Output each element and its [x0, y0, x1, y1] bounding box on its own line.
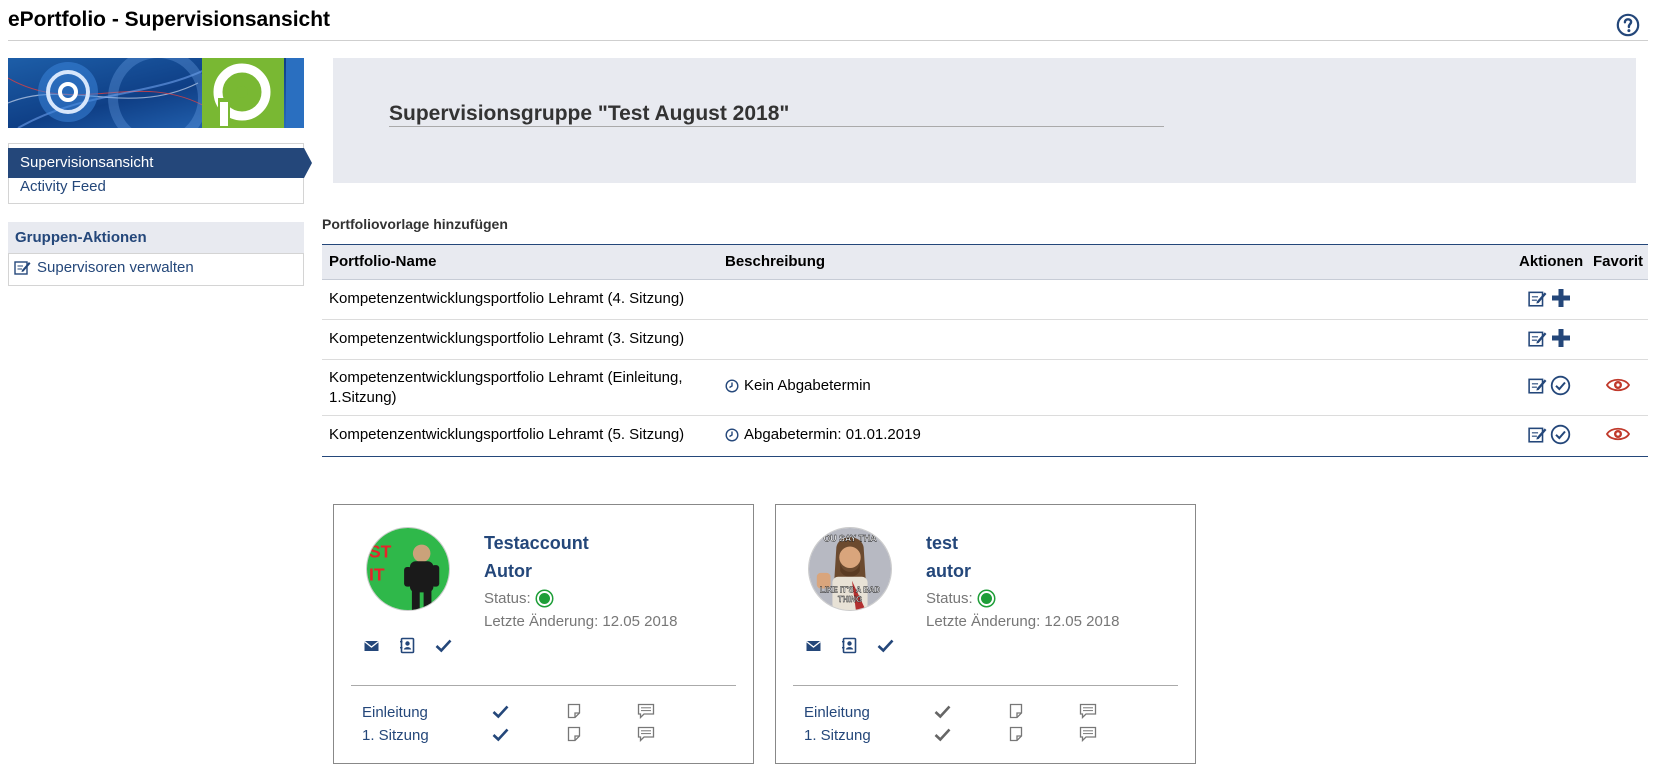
portfolio-name: Kompetenzentwicklungsportfolio Lehramt (…	[329, 330, 685, 347]
portfolio-description: Kein Abgabetermin	[725, 377, 871, 394]
portfolio-name: Kompetenzentwicklungsportfolio Lehramt (…	[329, 368, 683, 408]
student-card: OU SAY THA LIKE IT'S A BAD THING test au…	[775, 504, 1196, 764]
check-icon[interactable]	[435, 637, 452, 654]
note-icon[interactable]	[567, 703, 581, 719]
card-user-info: Testaccount Autor	[484, 529, 589, 585]
column-header-portfolio-name: Portfolio-Name	[329, 253, 437, 270]
row-actions	[1528, 375, 1571, 396]
header-divider	[8, 40, 1648, 41]
status-label: Status:	[484, 590, 531, 607]
comment-icon[interactable]	[637, 703, 655, 719]
session-link[interactable]: Einleitung	[362, 704, 428, 721]
mail-icon[interactable]	[363, 637, 380, 654]
edit-icon[interactable]	[1528, 425, 1547, 444]
note-icon[interactable]	[1009, 726, 1023, 742]
eye-icon[interactable]	[1606, 377, 1630, 393]
user-status: Status:	[484, 590, 552, 607]
row-actions	[1528, 424, 1571, 445]
card-actions	[363, 637, 452, 654]
group-title: Supervisionsgruppe "Test August 2018"	[389, 102, 790, 125]
portfolio-name: Kompetenzentwicklungsportfolio Lehramt (…	[329, 426, 685, 443]
avatar[interactable]: ST IT	[366, 527, 450, 611]
user-role: autor	[926, 561, 971, 581]
portfolio-name-line1: Kompetenzentwicklungsportfolio Lehramt (…	[329, 369, 683, 386]
eportfolio-banner-logo	[8, 58, 304, 128]
svg-text:OU SAY THA: OU SAY THA	[823, 534, 877, 544]
page-title: ePortfolio - Supervisionsansicht	[8, 8, 331, 31]
page-header: ePortfolio - Supervisionsansicht	[0, 0, 1656, 42]
svg-text:LIKE IT'S A BAD: LIKE IT'S A BAD	[820, 585, 881, 594]
edit-icon[interactable]	[1528, 376, 1547, 395]
add-icon[interactable]	[1550, 327, 1572, 349]
comment-icon[interactable]	[637, 726, 655, 742]
manage-supervisors-label: Supervisoren verwalten	[37, 259, 194, 276]
sidebar-item-activity-feed[interactable]: Activity Feed	[20, 178, 106, 195]
help-icon[interactable]	[1616, 13, 1640, 37]
clock-icon	[725, 427, 739, 442]
session-link[interactable]: 1. Sitzung	[804, 727, 871, 744]
check-icon	[492, 728, 509, 742]
status-indicator	[536, 591, 552, 606]
user-status: Status:	[926, 590, 994, 607]
contact-book-icon[interactable]	[399, 637, 416, 654]
last-change: Letzte Änderung: 12.05 2018	[484, 613, 678, 630]
add-template-heading: Portfoliovorlage hinzufügen	[322, 216, 508, 232]
group-title-underline	[389, 126, 1164, 127]
table-row: Kompetenzentwicklungsportfolio Lehramt (…	[322, 360, 1648, 416]
column-header-description: Beschreibung	[725, 253, 826, 270]
comment-icon[interactable]	[1079, 726, 1097, 742]
group-actions-heading: Gruppen-Aktionen	[8, 222, 304, 254]
contact-book-icon[interactable]	[841, 637, 858, 654]
table-row: Kompetenzentwicklungsportfolio Lehramt (…	[322, 320, 1648, 360]
row-actions	[1528, 327, 1572, 349]
card-user-info: test autor	[926, 529, 971, 585]
note-icon[interactable]	[567, 726, 581, 742]
edit-icon	[14, 261, 31, 275]
check-icon	[934, 728, 951, 742]
portfolio-name-line2: 1.Sitzung)	[329, 389, 397, 406]
session-link[interactable]: Einleitung	[804, 704, 870, 721]
sidebar-item-supervisionsansicht[interactable]: Supervisionsansicht	[8, 148, 312, 178]
status-label: Status:	[926, 590, 973, 607]
table-row: Kompetenzentwicklungsportfolio Lehramt (…	[322, 280, 1648, 320]
edit-icon[interactable]	[1528, 329, 1547, 348]
avatar[interactable]: OU SAY THA LIKE IT'S A BAD THING	[808, 527, 892, 611]
portfolio-table: Portfolio-Name Beschreibung Aktionen Fav…	[322, 244, 1648, 457]
edit-icon[interactable]	[1528, 289, 1547, 308]
card-actions	[805, 637, 894, 654]
check-circle-icon[interactable]	[1550, 375, 1571, 396]
add-icon[interactable]	[1550, 287, 1572, 309]
column-header-actions: Aktionen	[1519, 253, 1584, 270]
table-header-row: Portfolio-Name Beschreibung Aktionen Fav…	[322, 245, 1648, 280]
row-actions	[1528, 287, 1572, 309]
check-icon	[934, 705, 951, 719]
svg-text:ST: ST	[369, 541, 392, 561]
description-text: Abgabetermin: 01.01.2019	[744, 426, 921, 443]
table-row: Kompetenzentwicklungsportfolio Lehramt (…	[322, 416, 1648, 456]
eye-icon[interactable]	[1606, 426, 1630, 442]
last-change: Letzte Änderung: 12.05 2018	[926, 613, 1120, 630]
svg-text:THING: THING	[838, 595, 862, 604]
card-divider	[351, 685, 736, 686]
session-link[interactable]: 1. Sitzung	[362, 727, 429, 744]
comment-icon[interactable]	[1079, 703, 1097, 719]
svg-text:IT: IT	[369, 565, 385, 585]
note-icon[interactable]	[1009, 703, 1023, 719]
check-icon	[492, 705, 509, 719]
mail-icon[interactable]	[805, 637, 822, 654]
student-card: ST IT Testaccount Autor Status: Letzte Ä…	[333, 504, 754, 764]
column-header-favorite: Favorit	[1593, 253, 1644, 270]
user-name-link[interactable]: Testaccount	[484, 533, 589, 553]
portfolio-name: Kompetenzentwicklungsportfolio Lehramt (…	[329, 290, 685, 307]
check-circle-icon[interactable]	[1550, 424, 1571, 445]
status-indicator	[978, 591, 994, 606]
manage-supervisors-link[interactable]: Supervisoren verwalten	[14, 259, 194, 276]
user-name-link[interactable]: test	[926, 533, 958, 553]
card-divider	[793, 685, 1178, 686]
portfolio-description: Abgabetermin: 01.01.2019	[725, 426, 921, 443]
description-text: Kein Abgabetermin	[744, 377, 871, 394]
user-role: Autor	[484, 561, 532, 581]
clock-icon	[725, 378, 739, 393]
check-icon[interactable]	[877, 637, 894, 654]
